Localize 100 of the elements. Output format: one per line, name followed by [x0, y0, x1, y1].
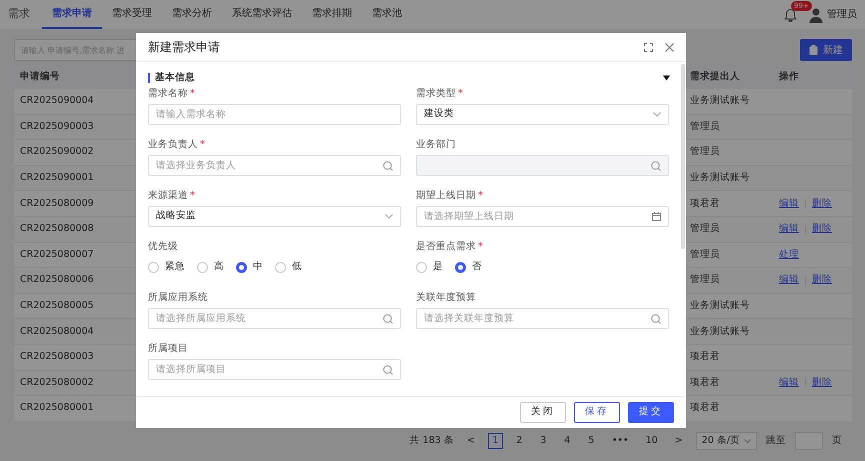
- input-field[interactable]: 请选择期望上线日期: [416, 206, 669, 227]
- user-name[interactable]: 管理员: [827, 7, 857, 22]
- bell-icon[interactable]: [784, 8, 797, 22]
- table-cell-text: 管理员: [689, 222, 721, 236]
- table-cell-text: 项君君: [689, 350, 721, 364]
- action-link[interactable]: 处理: [779, 248, 799, 262]
- expand-icon[interactable]: [644, 42, 653, 52]
- field-label: 业务负责人: [148, 138, 198, 152]
- nav-tab[interactable]: 需求受理: [102, 0, 162, 29]
- field-label: 业务部门: [416, 138, 456, 152]
- search-icon: [383, 160, 393, 170]
- search-icon: [651, 314, 661, 324]
- page-button[interactable]: 3: [536, 432, 551, 449]
- input-field[interactable]: 请选择业务负责人: [148, 155, 401, 176]
- action-link[interactable]: 删除: [812, 196, 832, 211]
- radio-option[interactable]: 低: [275, 260, 302, 275]
- avatar-icon[interactable]: [809, 6, 823, 22]
- required-mark: *: [200, 138, 205, 152]
- section-title: 基本信息: [148, 73, 195, 83]
- table-cell-text: CR2025090003: [19, 120, 95, 134]
- column-header: 操作: [778, 70, 800, 84]
- next-page-button[interactable]: >: [670, 432, 687, 449]
- table-cell-text: CR2025080001: [19, 401, 95, 416]
- page-button[interactable]: •••: [608, 432, 633, 449]
- chevron-down-icon: [744, 438, 751, 443]
- page-button[interactable]: 2: [512, 432, 527, 449]
- field-label: 来源渠道: [148, 189, 188, 204]
- table-cell-text: CR2025080006: [19, 273, 95, 288]
- table-cell-text: CR2025090002: [19, 145, 95, 160]
- nav-tab[interactable]: 需求申请: [42, 0, 102, 29]
- table-cell-text: 业务测试账号: [689, 170, 751, 185]
- nav-tab[interactable]: 需求分析: [162, 0, 222, 29]
- field-label: 所属项目: [148, 342, 188, 356]
- search-icon: [383, 314, 393, 324]
- table-cell-text: 业务测试账号: [689, 324, 751, 339]
- nav-tab[interactable]: 需求池: [362, 0, 412, 29]
- radio-option[interactable]: 是: [416, 260, 443, 275]
- radio-option[interactable]: 紧急: [148, 260, 185, 275]
- input-field[interactable]: 请选择所属应用系统: [148, 308, 401, 329]
- action-link[interactable]: 编辑: [779, 196, 799, 211]
- scrollbar[interactable]: [681, 64, 685, 249]
- nav-tab[interactable]: 需求排期: [302, 0, 362, 29]
- nav-tab[interactable]: 系统需求评估: [222, 0, 302, 29]
- action-link[interactable]: 编辑: [779, 376, 799, 390]
- new-button[interactable]: 新建: [800, 39, 852, 61]
- table-cell-text: CR2025080002: [19, 376, 95, 390]
- action-link[interactable]: 编辑: [779, 273, 799, 288]
- required-mark: *: [458, 87, 463, 102]
- input-field[interactable]: 请选择所属项目: [148, 359, 401, 380]
- search-icon: [383, 364, 393, 374]
- select-field[interactable]: 战略安监: [148, 206, 401, 227]
- dialog-title: 新建需求申请: [148, 39, 221, 56]
- jump-label: 跳至: [766, 434, 786, 448]
- radio-option[interactable]: 否: [455, 260, 482, 275]
- action-link[interactable]: 编辑: [779, 222, 799, 236]
- chevron-down-icon: [653, 112, 661, 117]
- required-mark: *: [190, 87, 195, 102]
- radio-option[interactable]: 中: [236, 260, 263, 275]
- table-cell-text: 管理员: [689, 273, 721, 288]
- table-cell-text: 项君君: [689, 376, 721, 390]
- column-header: 申请编号: [19, 70, 61, 84]
- select-field[interactable]: 建设类: [416, 104, 669, 125]
- page-button[interactable]: 10: [642, 432, 662, 449]
- field-label: 需求名称: [148, 87, 188, 102]
- table-cell-text: CR2025080005: [19, 298, 95, 313]
- caret-down-icon[interactable]: [663, 75, 670, 81]
- calendar-icon: [652, 212, 661, 220]
- table-cell-text: 管理员: [689, 248, 721, 262]
- page-button[interactable]: 5: [584, 432, 599, 449]
- save-button[interactable]: 保存: [574, 402, 620, 423]
- radio-option[interactable]: 高: [197, 260, 224, 275]
- close-button[interactable]: 关闭: [520, 402, 566, 423]
- table-cell-text: CR2025080008: [19, 222, 95, 236]
- submit-button[interactable]: 提交: [628, 402, 674, 423]
- table-cell-text: 业务测试账号: [689, 94, 751, 108]
- action-link[interactable]: 删除: [812, 222, 832, 236]
- page-button[interactable]: 4: [560, 432, 575, 449]
- page-size-select[interactable]: 20 条/页: [696, 432, 757, 450]
- app-title: 需求: [8, 6, 30, 22]
- table-cell-text: CR2025090004: [19, 94, 95, 108]
- field-label: 优先级: [148, 240, 178, 254]
- table-cell-text: CR2025080004: [19, 324, 95, 339]
- input-field[interactable]: 请选择关联年度预算: [416, 308, 669, 329]
- field-label: 需求类型: [416, 87, 456, 102]
- field-label: 是否重点需求: [416, 240, 476, 254]
- clipboard-icon: [809, 45, 818, 55]
- table-cell-text: CR2025080003: [19, 350, 95, 364]
- close-icon[interactable]: [665, 42, 674, 52]
- field-label: 期望上线日期: [416, 189, 476, 204]
- page-label: 页: [832, 434, 842, 448]
- field-label: 所属应用系统: [148, 291, 208, 306]
- column-header: 需求提出人: [689, 70, 741, 84]
- action-link[interactable]: 删除: [812, 273, 832, 288]
- prev-page-button[interactable]: <: [462, 432, 479, 449]
- required-mark: *: [478, 189, 483, 204]
- action-link[interactable]: 删除: [812, 376, 832, 390]
- input-field[interactable]: 请输入需求名称: [148, 104, 401, 125]
- table-cell-text: 管理员: [689, 120, 721, 134]
- required-mark: *: [478, 240, 483, 254]
- page-button[interactable]: 1: [488, 432, 503, 449]
